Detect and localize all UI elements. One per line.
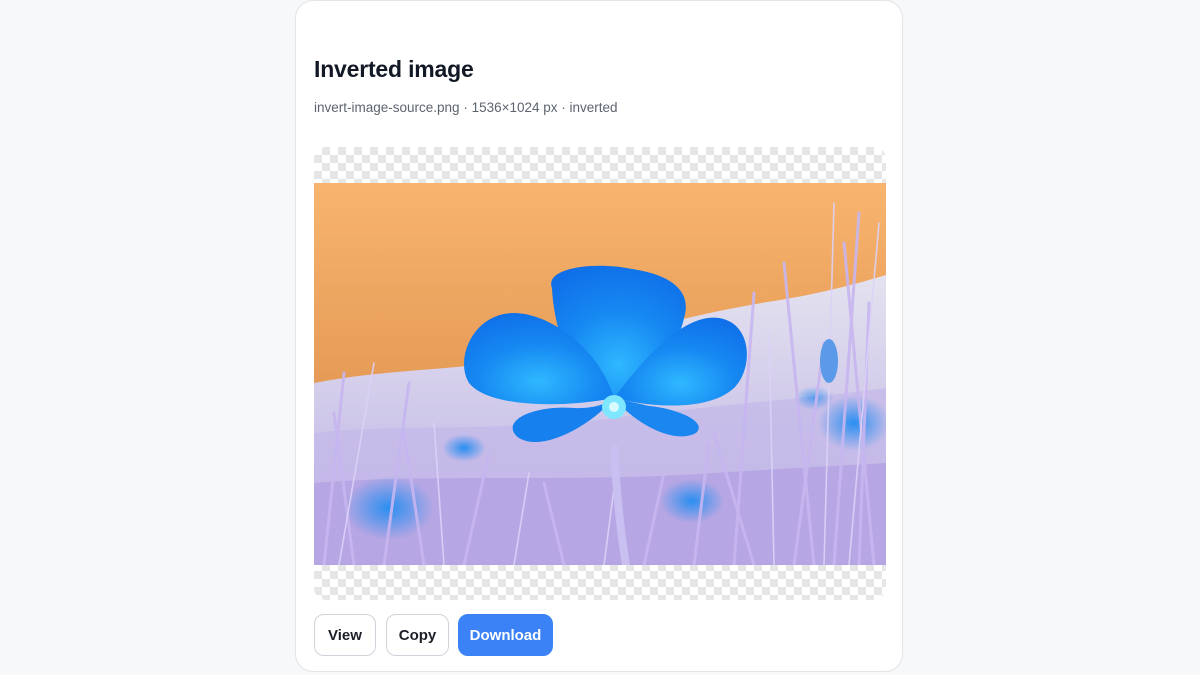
view-button[interactable]: View (314, 614, 376, 656)
image-metadata: invert-image-source.png · 1536×1024 px ·… (314, 100, 618, 115)
card-title: Inverted image (314, 56, 474, 82)
download-button[interactable]: Download (458, 614, 553, 656)
image-result-card: Inverted image invert-image-source.png ·… (295, 0, 903, 672)
inverted-photo (314, 183, 886, 565)
copy-button[interactable]: Copy (386, 614, 449, 656)
image-preview[interactable] (314, 147, 886, 600)
